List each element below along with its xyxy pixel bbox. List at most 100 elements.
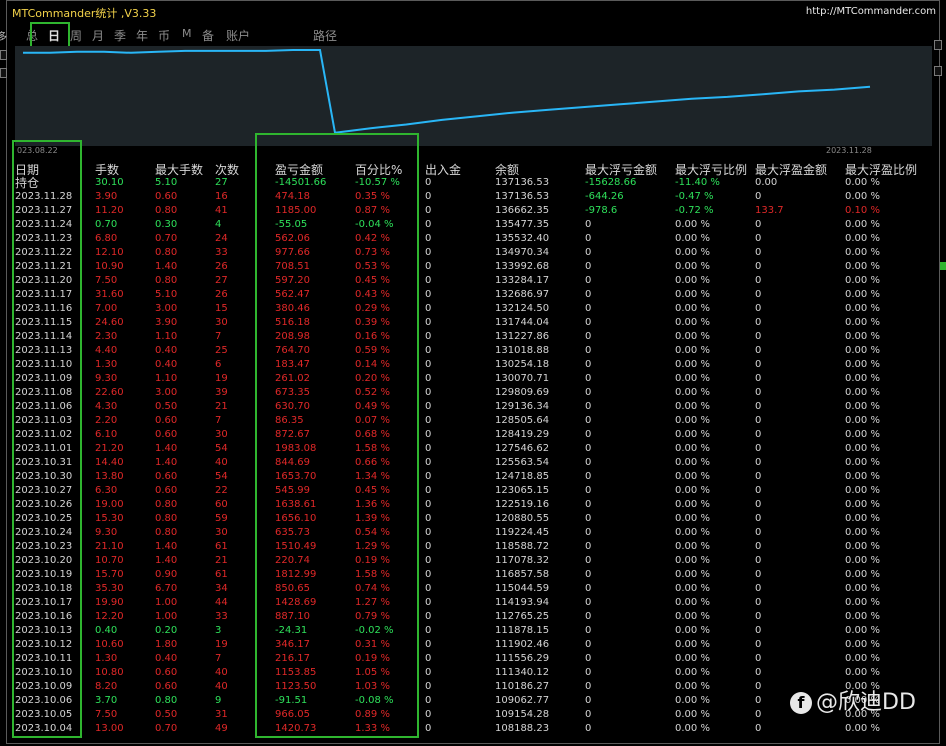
table-cell: -0.72 % (675, 205, 714, 216)
website-link[interactable]: http://MTCommander.com (806, 6, 936, 17)
table-row[interactable]: 2023.11.27 11.20 0.80 41 1185.00 0.87 % 0 13666… (0, 204, 946, 218)
table-cell: 12.20 (95, 611, 124, 622)
table-cell: 111340.12 (495, 667, 550, 678)
table-cell: 0.00 % (845, 457, 880, 468)
table-cell: 0.00 % (845, 275, 880, 286)
table-cell: 5.10 (155, 289, 178, 300)
table-cell: 0.00 % (675, 359, 710, 370)
table-row[interactable]: 2023.11.01 21.20 1.40 54 1983.08 1.58 % 0 12754… (0, 442, 946, 456)
table-row[interactable]: 2023.10.24 9.30 0.80 30 635.73 0.54 % 0 119224.… (0, 526, 946, 540)
table-cell: 0 (755, 191, 762, 202)
table-row[interactable]: 2023.10.18 35.30 6.70 34 850.65 0.74 % 0 115044… (0, 582, 946, 596)
table-row[interactable]: 2023.10.12 10.60 1.80 19 346.17 0.31 % 0 111902… (0, 638, 946, 652)
table-row[interactable]: 2023.11.23 6.80 0.70 24 562.06 0.42 % 0 135532.… (0, 232, 946, 246)
table-cell: 0.20 (155, 625, 178, 636)
table-row[interactable]: 2023.10.19 15.70 0.90 61 1812.99 1.58 % 0 11685… (0, 568, 946, 582)
table-row[interactable]: 2023.10.30 13.80 0.60 54 1653.70 1.34 % 0 12471… (0, 470, 946, 484)
table-cell: 0.70 (95, 219, 118, 230)
table-row[interactable]: 2023.11.24 0.70 0.30 4 -55.05 -0.04 % 0 135477.… (0, 218, 946, 232)
table-row[interactable]: 2023.10.13 0.40 0.20 3 -24.31 -0.02 % 0 111878.… (0, 624, 946, 638)
table-cell: 15 (215, 303, 228, 314)
table-cell: 0.00 % (845, 373, 880, 384)
table-cell: 7.50 (95, 709, 118, 720)
table-cell: 13.00 (95, 723, 124, 734)
table-row[interactable]: 持仓 30.10 5.10 27 -14501.66 -10.57 % 0 137136.53… (0, 176, 946, 190)
table-cell: 1.00 (155, 597, 178, 608)
table-row[interactable]: 2023.10.17 19.90 1.00 44 1428.69 1.27 % 0 11419… (0, 596, 946, 610)
table-cell: 0.00 % (845, 331, 880, 342)
table-cell: 0.80 (155, 513, 178, 524)
table-row[interactable]: 2023.11.08 22.60 3.00 39 673.35 0.52 % 0 129809… (0, 386, 946, 400)
table-cell: 30.10 (95, 177, 124, 188)
tab-week[interactable]: 周 (70, 27, 82, 44)
watermark: f @欣迪DD (790, 684, 916, 716)
tab-backup[interactable]: 备 (202, 27, 214, 44)
strip-handle[interactable] (0, 50, 7, 60)
table-cell: 0.00 % (675, 555, 710, 566)
table-row[interactable]: 2023.11.10 1.30 0.40 6 183.47 0.14 % 0 130254.1… (0, 358, 946, 372)
table-row[interactable]: 2023.11.16 7.00 3.00 15 380.46 0.29 % 0 132124.… (0, 302, 946, 316)
table-cell: 0.00 % (675, 457, 710, 468)
table-row[interactable]: 2023.11.15 24.60 3.90 30 516.18 0.39 % 0 131744… (0, 316, 946, 330)
table-row[interactable]: 2023.11.06 4.30 0.50 21 630.70 0.49 % 0 129136.… (0, 400, 946, 414)
table-row[interactable]: 2023.11.20 7.50 0.80 27 597.20 0.45 % 0 133284.… (0, 274, 946, 288)
table-row[interactable]: 2023.10.04 13.00 0.70 49 1420.73 1.33 % 0 10818… (0, 722, 946, 736)
table-cell: 21 (215, 555, 228, 566)
table-row[interactable]: 2023.10.31 14.40 1.40 40 844.69 0.66 % 0 125563… (0, 456, 946, 470)
table-cell: 1.00 (155, 611, 178, 622)
table-row[interactable]: 2023.10.26 19.00 0.80 60 1638.61 1.36 % 0 12251… (0, 498, 946, 512)
strip-handle[interactable] (934, 66, 942, 76)
table-row[interactable]: 2023.11.09 9.30 1.10 19 261.02 0.20 % 0 130070.… (0, 372, 946, 386)
table-cell: 0.80 (155, 205, 178, 216)
table-row[interactable]: 2023.10.27 6.30 0.60 22 545.99 0.45 % 0 123065.… (0, 484, 946, 498)
table-cell: 40 (215, 667, 228, 678)
tab-quarter[interactable]: 季 (114, 27, 126, 44)
tab-month[interactable]: 月 (92, 27, 104, 44)
table-cell: 0.00 % (845, 653, 880, 664)
table-cell: 0 (425, 527, 432, 538)
table-row[interactable]: 2023.11.21 10.90 1.40 26 708.51 0.53 % 0 133992… (0, 260, 946, 274)
table-cell: 0 (585, 401, 592, 412)
table-row[interactable]: 2023.10.11 1.30 0.40 7 216.17 0.19 % 0 111556.2… (0, 652, 946, 666)
table-row[interactable]: 2023.11.22 12.10 0.80 33 977.66 0.73 % 0 134970… (0, 246, 946, 260)
table-cell: 19.90 (95, 597, 124, 608)
strip-handle[interactable] (0, 68, 7, 78)
tab-year[interactable]: 年 (136, 27, 148, 44)
tab-currency[interactable]: 币 (158, 27, 170, 44)
table-cell: 0.00 % (845, 555, 880, 566)
strip-handle[interactable] (934, 40, 942, 50)
table-cell: 114193.94 (495, 597, 550, 608)
table-row[interactable]: 2023.11.13 4.40 0.40 25 764.70 0.59 % 0 131018.… (0, 344, 946, 358)
table-row[interactable]: 2023.10.16 12.20 1.00 33 887.10 0.79 % 0 112765… (0, 610, 946, 624)
tab-account[interactable]: 账户 (226, 27, 250, 44)
table-cell: 117078.32 (495, 555, 550, 566)
table-row[interactable]: 2023.10.20 10.70 1.40 21 220.74 0.19 % 0 117078… (0, 554, 946, 568)
table-row[interactable]: 2023.10.10 10.80 0.60 40 1153.85 1.05 % 0 11134… (0, 666, 946, 680)
table-cell: 0 (425, 639, 432, 650)
table-cell: 0.00 % (845, 177, 880, 188)
table-cell: 0 (585, 723, 592, 734)
table-row[interactable]: 2023.11.28 3.90 0.60 16 474.18 0.35 % 0 137136.… (0, 190, 946, 204)
table-row[interactable]: 2023.10.23 21.10 1.40 61 1510.49 1.29 % 0 11858… (0, 540, 946, 554)
table-cell: 1.40 (155, 541, 178, 552)
table-cell: 4 (215, 219, 222, 230)
tab-m[interactable]: M (182, 27, 192, 40)
table-cell: 60 (215, 499, 228, 510)
table-cell: 0.60 (155, 681, 178, 692)
table-cell: 0.90 (155, 569, 178, 580)
tab-path[interactable]: 路径 (313, 27, 337, 44)
table-cell: 0.00 % (845, 233, 880, 244)
table-cell: 0 (755, 667, 762, 678)
table-row[interactable]: 2023.10.25 15.30 0.80 59 1656.10 1.39 % 0 12088… (0, 512, 946, 526)
table-row[interactable]: 2023.11.14 2.30 1.10 7 208.98 0.16 % 0 131227.8… (0, 330, 946, 344)
table-cell: 0.80 (155, 275, 178, 286)
table-cell: 0 (755, 261, 762, 272)
table-cell: 130070.71 (495, 373, 550, 384)
table-cell: 0.60 (155, 415, 178, 426)
table-cell: 0 (585, 709, 592, 720)
table-row[interactable]: 2023.11.03 2.20 0.60 7 86.35 0.07 % 0 128505.64… (0, 414, 946, 428)
table-row[interactable]: 2023.11.17 31.60 5.10 26 562.47 0.43 % 0 132686… (0, 288, 946, 302)
table-row[interactable]: 2023.11.02 6.10 0.60 30 872.67 0.68 % 0 128419.… (0, 428, 946, 442)
table-cell: 0 (425, 205, 432, 216)
table-cell: 54 (215, 471, 228, 482)
